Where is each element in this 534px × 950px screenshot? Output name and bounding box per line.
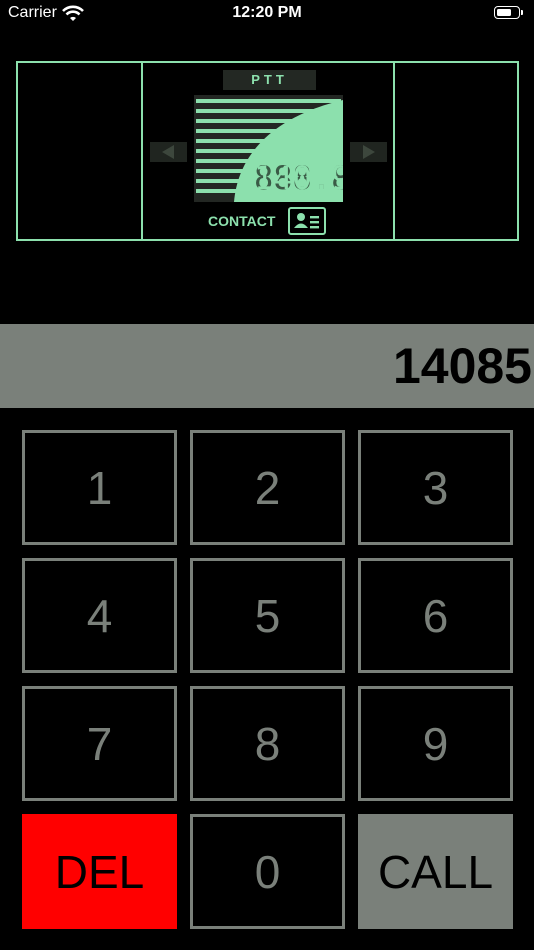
dialed-number: 14085 xyxy=(392,338,532,394)
dialed-number-display: 14085 xyxy=(0,324,534,408)
contact-card-icon xyxy=(294,213,319,229)
frequency-screen: 888.88 140.96 xyxy=(194,95,370,202)
frequency-readout: 140.96 xyxy=(254,159,343,197)
key-4-button[interactable]: 4 xyxy=(22,558,177,673)
signal-bar xyxy=(196,129,341,133)
key-9-button[interactable]: 9 xyxy=(358,686,513,801)
arrow-right-button[interactable] xyxy=(350,142,387,162)
arrow-right-icon xyxy=(363,145,375,159)
key-2-button[interactable]: 2 xyxy=(190,430,345,545)
signal-meter: 888.88 140.96 xyxy=(196,99,370,202)
arrow-left-icon xyxy=(162,145,174,159)
key-call-button[interactable]: CALL xyxy=(358,814,513,929)
key-3-button[interactable]: 3 xyxy=(358,430,513,545)
key-6-button[interactable]: 6 xyxy=(358,558,513,673)
key-8-button[interactable]: 8 xyxy=(190,686,345,801)
signal-bar xyxy=(196,99,341,103)
signal-bar xyxy=(196,109,341,113)
key-del-button[interactable]: DEL xyxy=(22,814,177,929)
status-bar: Carrier 12:20 PM xyxy=(0,0,534,30)
signal-bar xyxy=(196,119,341,123)
contact-card-button[interactable] xyxy=(288,207,326,235)
battery-icon xyxy=(494,6,520,19)
signal-bar xyxy=(196,149,341,153)
ptt-panel: PTT 888.88 140.96 CONTACT xyxy=(16,61,519,241)
key-1-button[interactable]: 1 xyxy=(22,430,177,545)
signal-bar xyxy=(196,139,341,143)
contact-label[interactable]: CONTACT xyxy=(208,213,275,229)
key-0-button[interactable]: 0 xyxy=(190,814,345,929)
panel-left-slot[interactable] xyxy=(18,63,143,239)
arrow-left-button[interactable] xyxy=(150,142,187,162)
key-7-button[interactable]: 7 xyxy=(22,686,177,801)
battery-tip xyxy=(521,10,523,15)
status-time: 12:20 PM xyxy=(232,4,302,21)
key-5-button[interactable]: 5 xyxy=(190,558,345,673)
panel-right-slot[interactable] xyxy=(393,63,517,239)
ptt-title: PTT xyxy=(223,70,316,90)
